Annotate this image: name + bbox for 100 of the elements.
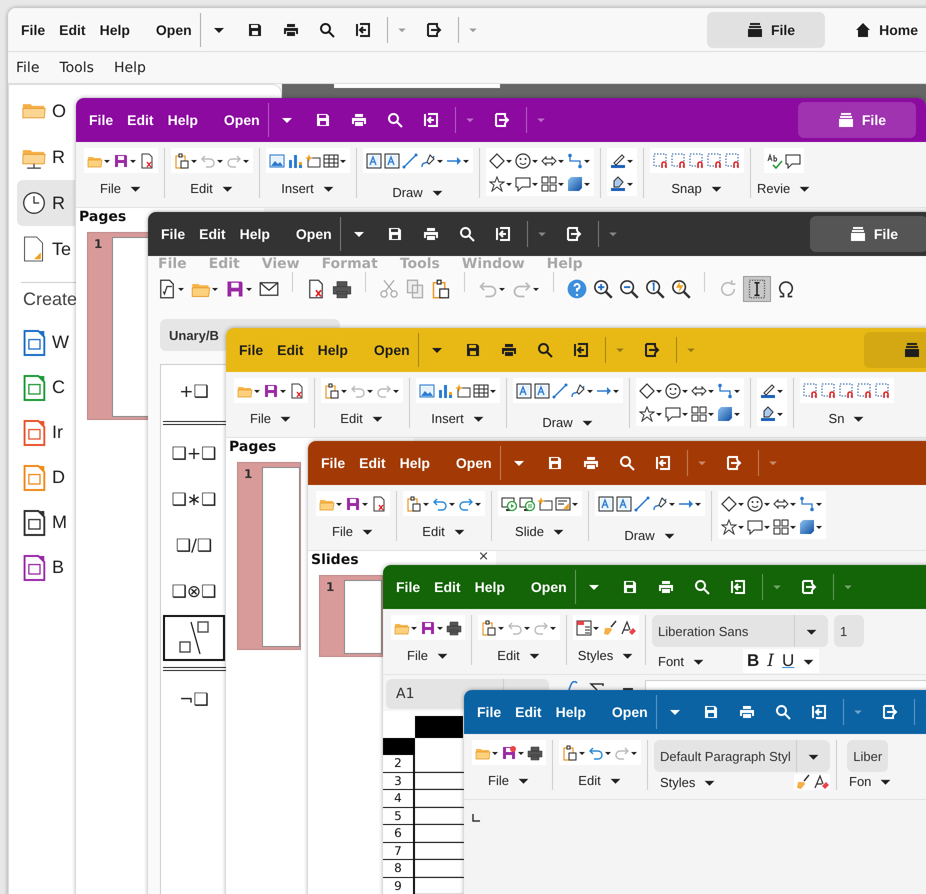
dropdown-field[interactable]: Default Paragraph Styl: [654, 740, 830, 772]
row-header[interactable]: 3: [383, 772, 415, 789]
sidebar-item[interactable]: R: [17, 134, 75, 180]
page-thumbnail[interactable]: 1: [237, 462, 301, 650]
sidebar-item[interactable]: M: [17, 500, 75, 545]
element-item[interactable]: ❑⊗❑: [163, 569, 225, 615]
menu-item[interactable]: Help: [556, 704, 586, 720]
element-item[interactable]: +❑: [163, 369, 225, 415]
menu-item[interactable]: File: [396, 579, 420, 595]
menu-item[interactable]: Help: [400, 455, 430, 471]
group-label[interactable]: Insert: [431, 411, 464, 426]
panel-title: Pages: [229, 439, 276, 455]
menu-item[interactable]: Edit: [434, 579, 461, 595]
format-button[interactable]: U: [782, 651, 794, 671]
group-label[interactable]: Snap: [671, 181, 702, 196]
group-label[interactable]: File: [407, 648, 428, 663]
group-label[interactable]: Edit: [422, 524, 445, 539]
sidebar-item[interactable]: W: [17, 320, 75, 365]
open-button[interactable]: Open: [296, 226, 332, 242]
group-label[interactable]: Edit: [340, 411, 363, 426]
group-label[interactable]: Revie: [757, 181, 790, 196]
close-button[interactable]: ×: [478, 551, 489, 563]
open-button[interactable]: Open: [530, 579, 567, 595]
element-item[interactable]: ❑∗❑: [163, 477, 225, 523]
panel-title: Pages: [79, 209, 126, 225]
menu-item[interactable]: Edit: [277, 342, 304, 358]
open-button[interactable]: Open: [156, 22, 192, 38]
group-label[interactable]: Draw: [392, 185, 423, 200]
group-label[interactable]: Edit: [497, 648, 520, 663]
row-header[interactable]: 7: [383, 842, 415, 859]
menu-item[interactable]: File: [321, 455, 346, 471]
menu-item[interactable]: Edit: [359, 455, 386, 471]
row-header[interactable]: 2: [383, 755, 415, 772]
ribbon-tab[interactable]: File: [706, 12, 826, 48]
menu-item[interactable]: File: [21, 22, 46, 38]
group-label[interactable]: Slide: [515, 524, 544, 539]
dropdown-field[interactable]: Liber: [847, 740, 888, 772]
element-item[interactable]: ❑/❑: [163, 523, 225, 569]
open-button[interactable]: Open: [374, 342, 410, 358]
row-header[interactable]: 5: [383, 808, 415, 824]
group-label[interactable]: Draw: [542, 415, 573, 430]
page-number: 1: [94, 237, 104, 251]
menu-item[interactable]: Help: [318, 342, 348, 358]
open-button[interactable]: Open: [456, 455, 492, 471]
menu-item[interactable]: Edit: [127, 112, 154, 128]
sidebar-item[interactable]: C: [17, 365, 75, 410]
group-label[interactable]: Fon: [849, 774, 872, 789]
open-button[interactable]: Open: [224, 112, 260, 128]
menu-item[interactable]: File: [16, 60, 40, 76]
sidebar-item[interactable]: O: [17, 88, 75, 134]
group-label[interactable]: Styles: [660, 774, 696, 790]
group-label[interactable]: Edit: [190, 181, 213, 196]
group-label[interactable]: File: [332, 524, 353, 539]
sidebar-item[interactable]: D: [17, 455, 75, 500]
group-label[interactable]: Edit: [578, 773, 601, 788]
group-label[interactable]: Draw: [624, 528, 655, 543]
menu-item[interactable]: File: [477, 704, 502, 720]
menu-item[interactable]: Help: [100, 22, 130, 38]
panel-title: Slides: [311, 552, 359, 568]
dropdown-field[interactable]: 1: [834, 615, 864, 647]
row-header[interactable]: 9: [383, 878, 415, 894]
group-label[interactable]: Font: [658, 654, 684, 668]
group-label[interactable]: File: [488, 773, 509, 788]
row-header[interactable]: 6: [383, 825, 415, 842]
sidebar-item[interactable]: Ir: [17, 410, 75, 455]
page-number: 1: [244, 467, 254, 481]
format-button[interactable]: B: [747, 651, 760, 671]
format-button[interactable]: I: [767, 651, 774, 671]
menu-item[interactable]: File: [161, 226, 186, 242]
menu-item[interactable]: Edit: [199, 226, 226, 242]
group-label[interactable]: Insert: [281, 181, 314, 196]
menu-item[interactable]: File: [239, 342, 264, 358]
element-item[interactable]: ¬❑: [163, 677, 225, 723]
sidebar-item[interactable]: R: [17, 180, 75, 226]
menu-item[interactable]: Help: [114, 60, 146, 76]
menu-item[interactable]: Help: [474, 579, 505, 595]
page-number: 1: [326, 580, 336, 594]
menu-item[interactable]: Edit: [59, 22, 86, 38]
ribbon-tab[interactable]: Home: [845, 12, 926, 48]
ribbon-tab[interactable]: File: [798, 102, 916, 138]
menu-item[interactable]: Help: [240, 226, 270, 242]
section-heading: Create: [22, 289, 78, 310]
row-header[interactable]: 4: [383, 790, 415, 806]
page-thumbnail[interactable]: 1: [319, 575, 383, 657]
page-thumbnail[interactable]: 1: [87, 232, 151, 420]
sidebar-item[interactable]: Te: [17, 226, 75, 272]
group-label[interactable]: File: [250, 411, 271, 426]
menu-item[interactable]: Edit: [515, 704, 542, 720]
group-label[interactable]: File: [100, 181, 121, 196]
open-button[interactable]: Open: [612, 704, 648, 720]
menu-item[interactable]: File: [89, 112, 114, 128]
group-label[interactable]: Styles: [578, 648, 614, 663]
element-item[interactable]: ❑+❑: [163, 431, 225, 477]
group-label[interactable]: Sn: [828, 411, 844, 426]
row-header[interactable]: 8: [383, 860, 415, 876]
sidebar-item[interactable]: B: [17, 545, 75, 590]
ribbon-tab[interactable]: File: [810, 216, 926, 252]
dropdown-field[interactable]: Liberation Sans: [652, 615, 828, 647]
menu-item[interactable]: Tools: [59, 60, 94, 76]
menu-item[interactable]: Help: [168, 112, 198, 128]
